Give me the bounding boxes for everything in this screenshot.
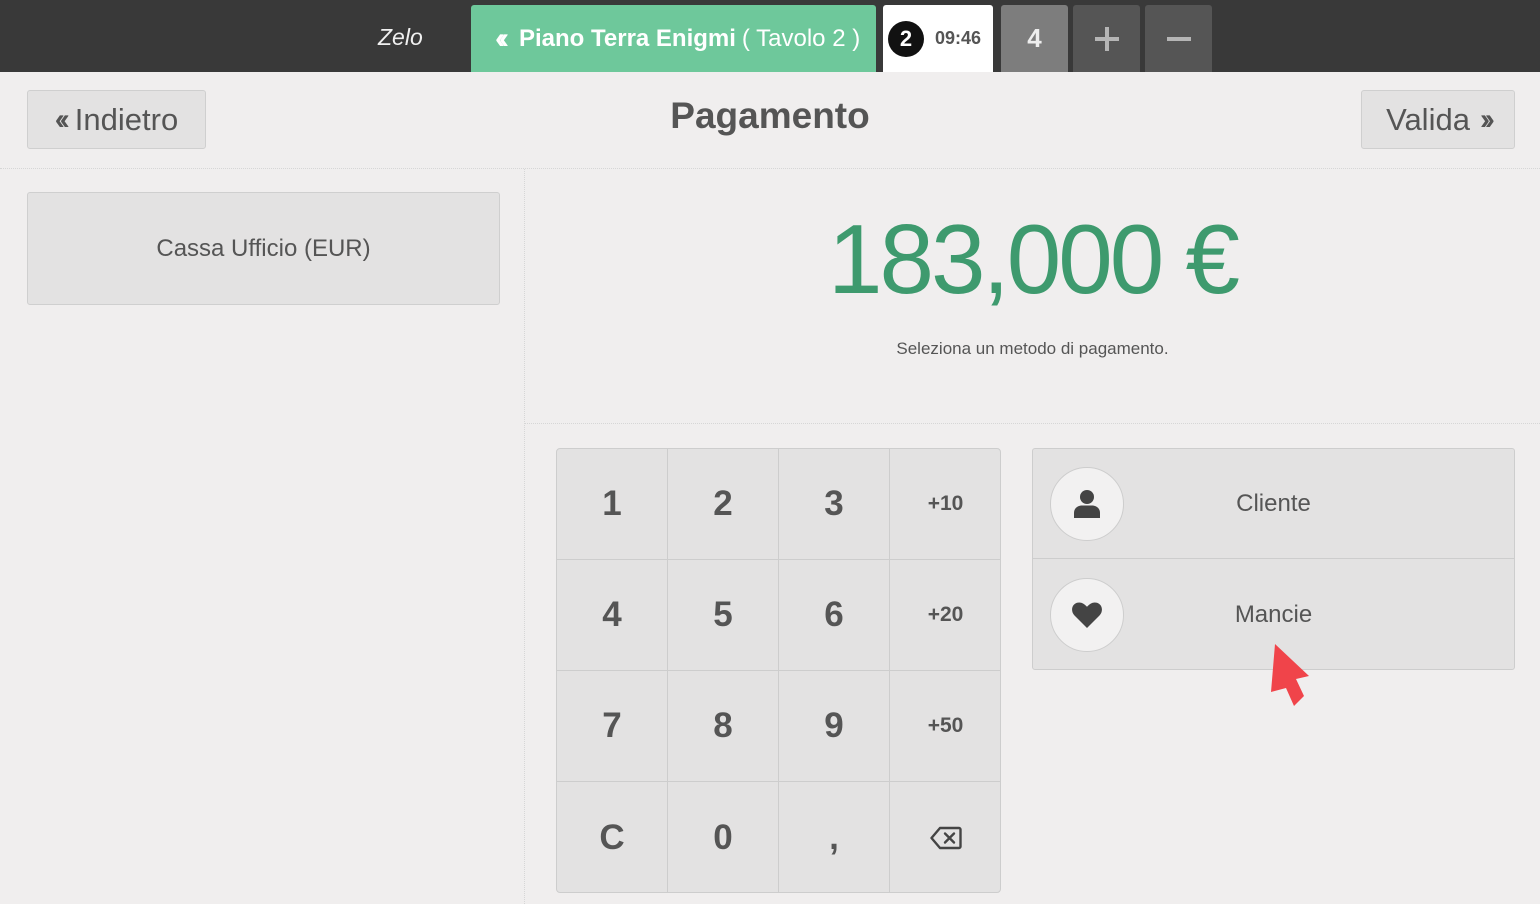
customer-label: Cliente	[1236, 489, 1311, 517]
numpad-key-7[interactable]: 7	[557, 671, 668, 782]
order-floor-name: Piano Terra Enigmi	[518, 24, 736, 52]
numpad-key-0[interactable]: 0	[668, 782, 779, 892]
numpad-key-2[interactable]: 2	[668, 449, 779, 560]
total-amount: 183,000 €	[828, 204, 1240, 314]
header-divider	[0, 168, 1540, 169]
numpad-key-decimal[interactable]: ,	[779, 782, 890, 892]
brand-name: Zelo	[378, 24, 423, 50]
numpad-key-plus10[interactable]: +10	[890, 449, 1000, 560]
double-chevron-left-icon: ‹‹	[495, 21, 509, 55]
order-number-badge: 2	[888, 20, 924, 57]
numpad-key-9[interactable]: 9	[779, 671, 890, 782]
double-chevron-right-icon: ››	[1479, 102, 1495, 136]
top-bar: Zelo ‹‹ Piano Terra Enigmi ( Tavolo 2 ) …	[0, 0, 1540, 72]
order-tab[interactable]: 2 09:46	[883, 5, 993, 72]
numpad-key-plus50[interactable]: +50	[890, 671, 1000, 782]
amount-divider	[525, 423, 1540, 424]
numpad-key-plus20[interactable]: +20	[890, 560, 1000, 671]
numpad-key-1[interactable]: 1	[557, 449, 668, 560]
numpad-key-backspace[interactable]	[890, 782, 1000, 892]
order-table-name: ( Tavolo 2 )	[741, 24, 861, 52]
validate-button[interactable]: Valida ››	[1361, 90, 1515, 149]
minus-icon	[1166, 36, 1191, 41]
validate-button-label: Valida	[1386, 101, 1470, 137]
numpad: 1 2 3 +10 4 5 6 +20 7 8 9 +50 C 0 ,	[556, 448, 1001, 893]
delete-order-button[interactable]	[1145, 5, 1212, 72]
payment-hint: Seleziona un metodo di pagamento.	[896, 339, 1169, 358]
order-count-button[interactable]: 4	[1001, 5, 1068, 72]
numpad-key-clear[interactable]: C	[557, 782, 668, 892]
extras-panel: Cliente Mancie	[1032, 448, 1515, 670]
mouse-cursor-icon	[1271, 644, 1309, 706]
numpad-key-4[interactable]: 4	[557, 560, 668, 671]
numpad-key-8[interactable]: 8	[668, 671, 779, 782]
tips-label: Mancie	[1234, 601, 1313, 628]
order-time: 09:46	[935, 28, 982, 48]
back-to-order-button[interactable]: ‹‹ Piano Terra Enigmi ( Tavolo 2 )	[471, 5, 876, 72]
numpad-key-3[interactable]: 3	[779, 449, 890, 560]
numpad-key-5[interactable]: 5	[668, 560, 779, 671]
new-order-button[interactable]	[1073, 5, 1140, 72]
numpad-key-6[interactable]: 6	[779, 560, 890, 671]
customer-button[interactable]: Cliente	[1033, 449, 1514, 559]
page-title: Pagamento	[670, 95, 870, 136]
backspace-icon	[929, 826, 962, 849]
plus-icon	[1094, 26, 1119, 51]
payment-method-button[interactable]: Cassa Ufficio (EUR)	[27, 192, 500, 305]
